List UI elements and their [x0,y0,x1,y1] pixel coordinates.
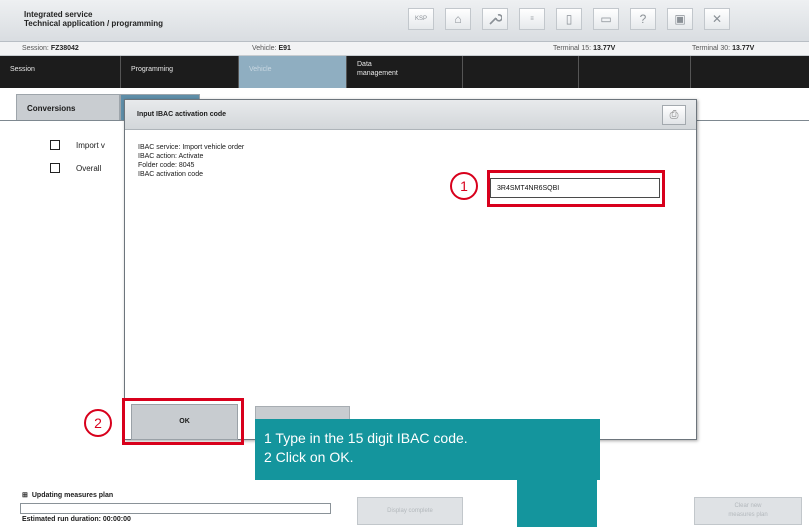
minimize-icon[interactable]: ▣ [667,8,693,30]
terminal15-info: Terminal 15: 13.77V [553,45,616,52]
nav-programming[interactable]: Programming [121,56,239,88]
close-icon[interactable]: ✕ [704,8,730,30]
app-title: Integrated service Technical application… [24,10,163,28]
dialog-header: Input IBAC activation code ⎙ [125,100,696,130]
overall-label: Overall [76,163,102,173]
terminal30-value: 13.77V [732,45,755,52]
tab-conversions[interactable]: Conversions [16,94,120,120]
ibac-dialog: Input IBAC activation code ⎙ IBAC servic… [124,99,697,440]
nav-empty-3 [691,56,809,88]
nav-empty-1 [463,56,579,88]
import-label: Import v [76,140,105,150]
nav-data-line1: Data [357,61,372,68]
wrench-icon[interactable] [482,8,508,30]
highlight-box-ok [122,398,244,445]
session-info: Session: FZ38042 [22,45,79,52]
step-1-marker: 1 [450,172,478,200]
clear-measures-button[interactable]: Clear new measures plan [694,497,802,525]
session-id: FZ38042 [50,45,79,52]
code-label: IBAC activation code [138,171,203,178]
vehicle-id: E91 [278,45,291,52]
step-2-marker: 2 [84,409,112,437]
toolbar: KSP ⌂ ≡ ▯ ▭ ? ▣ ✕ [408,8,730,30]
tab-icon[interactable]: ≡ [519,8,545,30]
document-icon[interactable]: ▯ [556,8,582,30]
terminal15-value: 13.77V [593,45,616,52]
folder-code: Folder code: 8045 [138,162,195,169]
nav-empty-2 [579,56,691,88]
nav-session[interactable]: Session [0,56,121,88]
progress-box [20,503,331,514]
main-navigation: Session Programming Vehicle Data managem… [0,56,809,88]
ksp-icon[interactable]: KSP [408,8,434,30]
highlight-box-code [487,170,665,207]
dialog-info: IBAC service: Import vehicle order IBAC … [138,143,244,179]
callout-line2: 2 Click on OK. [264,449,354,465]
dialog-title: Input IBAC activation code [137,111,227,118]
vehicle-info: Vehicle: E91 [252,45,291,52]
print-icon[interactable]: ▭ [593,8,619,30]
display-complete-button[interactable]: Display complete [357,497,463,525]
home-icon[interactable]: ⌂ [445,8,471,30]
session-info-bar: Session: FZ38042 Vehicle: E91 Terminal 1… [0,42,809,56]
ibac-service: IBAC service: Import vehicle order [138,144,245,151]
nav-data-line2: management [357,70,398,77]
callout-stem [517,480,597,527]
app-title-line2: Technical application / programming [24,19,163,28]
run-duration: Estimated run duration: 00:00:00 [22,516,131,523]
ibac-action: IBAC action: Activate [138,153,204,160]
help-icon[interactable]: ? [630,8,656,30]
updating-text: Updating measures plan [31,491,114,499]
title-bar: Integrated service Technical application… [0,0,809,42]
terminal30-info: Terminal 30: 13.77V [692,45,755,52]
callout-line1: 1 Type in the 15 digit IBAC code. [264,430,468,446]
app-title-line1: Integrated service [24,10,93,19]
list-item[interactable]: Overall [50,163,101,173]
nav-data-management[interactable]: Data management [347,56,463,88]
print-icon[interactable]: ⎙ [662,105,686,125]
clear-line1: Clear new [734,503,762,509]
instruction-callout: 1 Type in the 15 digit IBAC code. 2 Clic… [255,419,600,480]
nav-vehicle[interactable]: Vehicle [239,56,347,88]
clear-line2: measures plan [728,512,768,518]
checkbox-import[interactable] [50,140,60,150]
list-item[interactable]: Import v [50,140,105,150]
expand-icon[interactable]: ⊞ [22,491,28,499]
checkbox-overall[interactable] [50,163,60,173]
updating-label: ⊞ Updating measures plan [22,491,114,500]
